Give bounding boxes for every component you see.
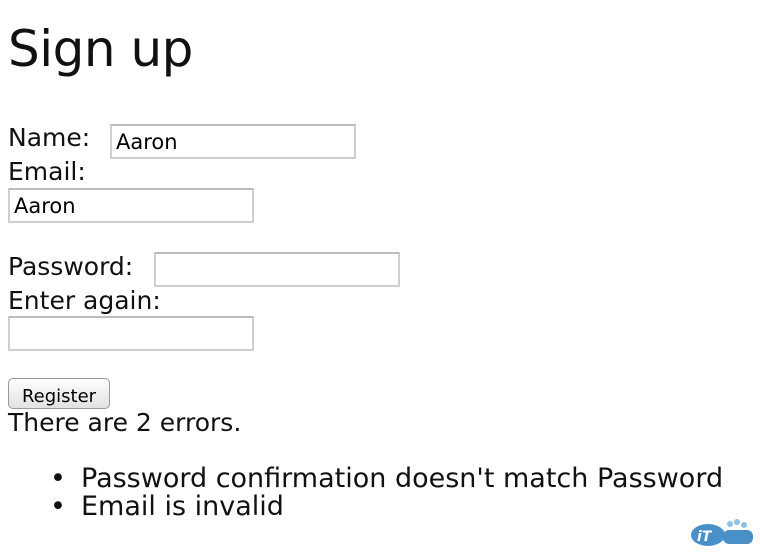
bullet-icon: • bbox=[50, 463, 66, 494]
password-confirmation-label: Enter again: bbox=[8, 286, 161, 315]
error-item: • Email is invalid bbox=[50, 493, 723, 521]
name-field[interactable] bbox=[110, 124, 356, 159]
page-title: Sign up bbox=[8, 20, 193, 78]
error-summary: There are 2 errors. bbox=[8, 408, 242, 437]
email-field[interactable] bbox=[8, 188, 254, 223]
email-label: Email: bbox=[8, 157, 86, 186]
password-label: Password: bbox=[8, 252, 134, 281]
password-field[interactable] bbox=[154, 252, 400, 287]
name-label: Name: bbox=[8, 123, 91, 152]
error-item: • Password confirmation doesn't match Pa… bbox=[50, 465, 723, 493]
error-message: Email is invalid bbox=[81, 491, 284, 522]
svg-text:iT: iT bbox=[697, 529, 713, 545]
error-message: Password confirmation doesn't match Pass… bbox=[81, 463, 724, 494]
watermark-logo: iT bbox=[690, 516, 754, 548]
error-list: • Password confirmation doesn't match Pa… bbox=[50, 465, 723, 521]
register-button[interactable]: Register bbox=[8, 378, 110, 409]
bullet-icon: • bbox=[50, 491, 66, 522]
ithome-logo-icon: iT bbox=[691, 519, 753, 546]
password-confirmation-field[interactable] bbox=[8, 316, 254, 351]
